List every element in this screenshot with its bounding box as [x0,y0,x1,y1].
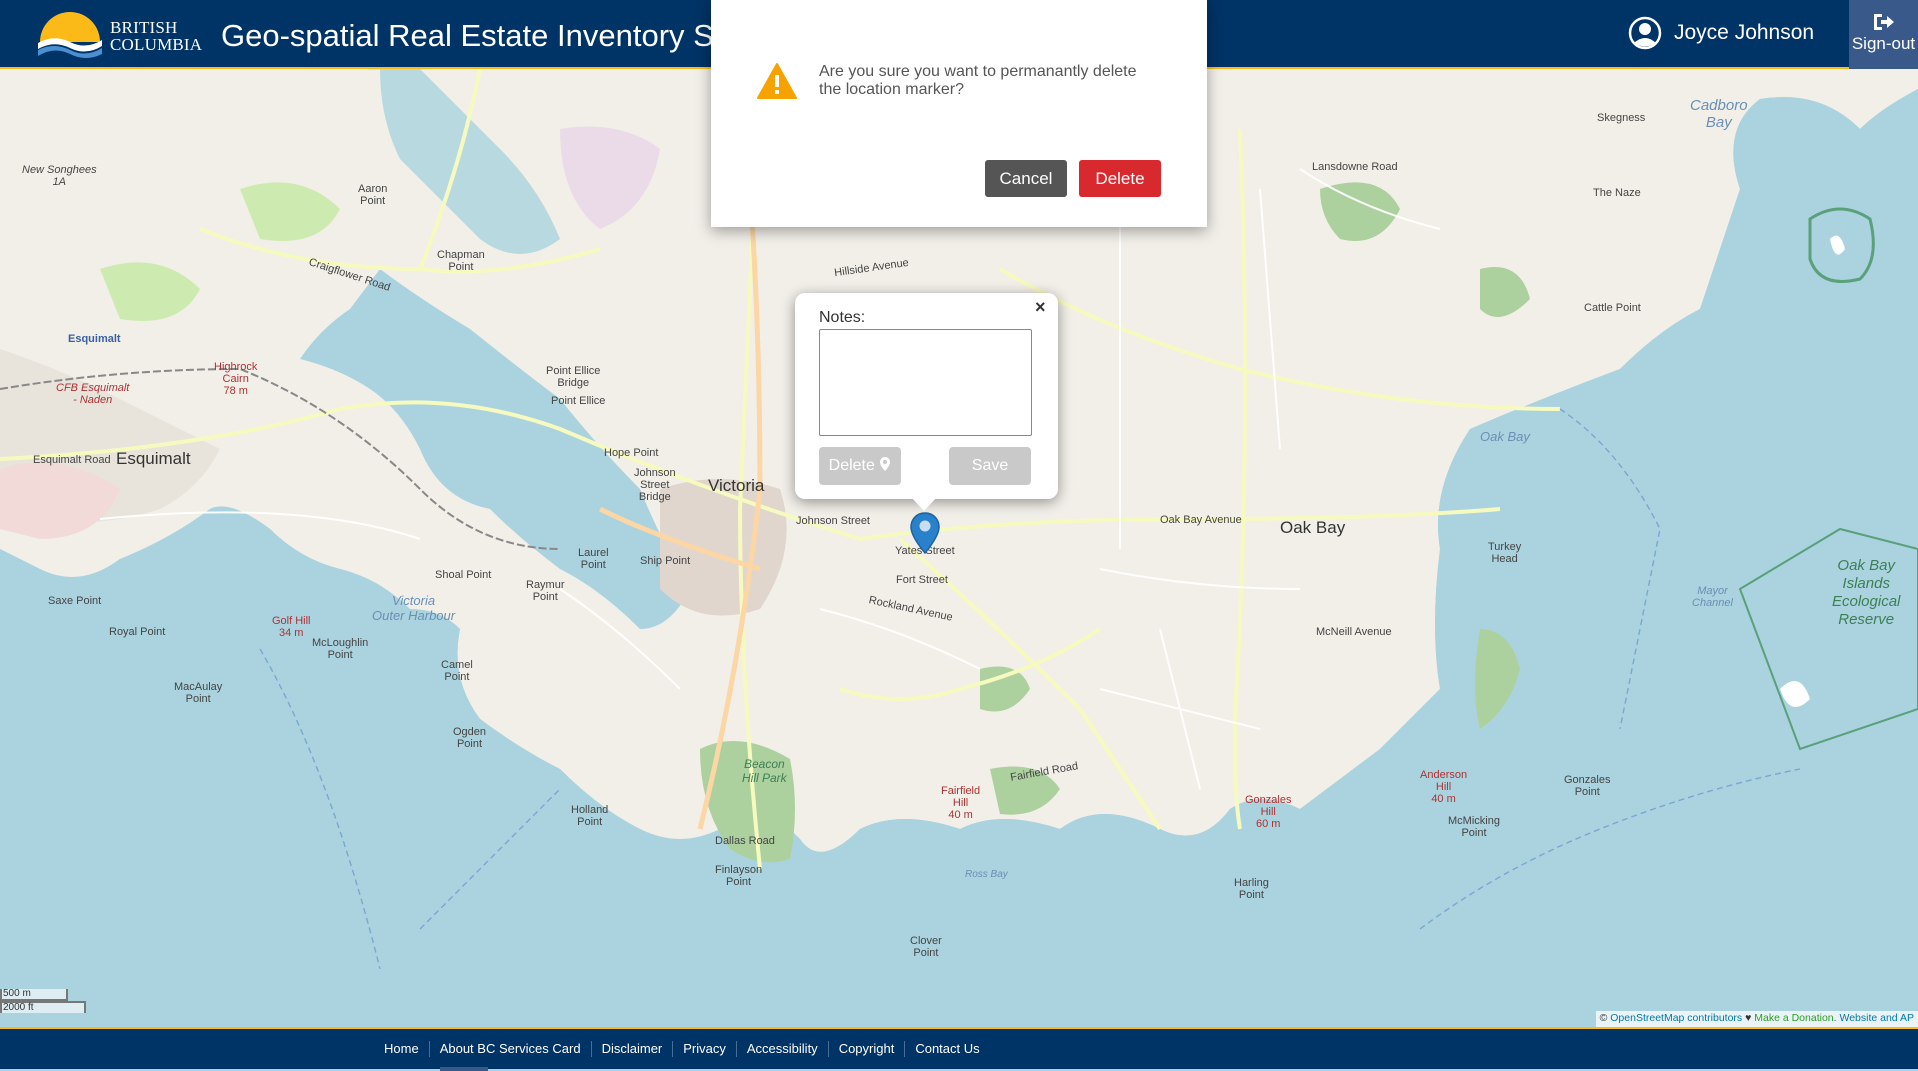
user-menu[interactable]: Joyce Johnson [1628,16,1814,50]
user-avatar-icon [1628,16,1662,50]
save-notes-button[interactable]: Save [949,447,1031,485]
attribution-rest[interactable]: . Website and AP [1834,1012,1914,1024]
map-label-victoria-harbour: Victoria Outer Harbour [372,593,456,623]
map-label-point-ellice: Point Ellice [551,395,606,407]
warning-icon [757,63,797,99]
footer-nav: Home About BC Services Card Disclaimer Priv… [374,1041,990,1057]
donate-link[interactable]: Make a Donation [1754,1012,1833,1024]
map-label-oak-bay: Oak Bay [1280,518,1346,537]
map-label-cfb: CFB Esquimalt - Naden [56,382,130,406]
map-label-dallas-road: Dallas Road [715,835,775,847]
map-label-harling-point: Harling Point [1234,877,1269,901]
map-label-johnson-bridge: Johnson Street Bridge [634,467,676,503]
confirm-delete-button[interactable]: Delete [1079,160,1161,197]
marker-popup: × Notes: Delete Save [795,293,1058,499]
map-label-point-ellice-bridge: Point Ellice Bridge [546,365,601,389]
map-label-beacon-hill: Beacon Hill Park [742,757,787,785]
map-label-ross-bay: Ross Bay [965,869,1008,880]
map-label-royal-point: Royal Point [109,626,166,638]
map-label-clover-point: Clover Point [910,935,942,959]
footer-link[interactable]: About BC Services Card [428,1041,591,1057]
footer-active-indicator [440,1067,488,1071]
notes-label: Notes: [819,309,866,326]
map-label-oak-bay-water: Oak Bay [1480,429,1530,444]
map-label-mcneill-avenue: McNeill Avenue [1316,626,1392,638]
map-label-fairfield-hill: Fairfield Hill 40 m [941,785,981,821]
map-label-gonzales-point: Gonzales Point [1564,774,1611,798]
footer-link[interactable]: Contact Us [904,1041,989,1057]
map-label-cadboro-bay: Cadboro Bay [1690,97,1748,131]
map-label-golf-hill: Golf Hill 34 m [272,615,311,639]
app-footer: Home About BC Services Card Disclaimer Priv… [0,1027,1918,1071]
notes-textarea[interactable] [819,329,1032,436]
map-label-laurel-point: Laurel Point [578,547,609,571]
signout-label: Sign-out [1851,34,1916,53]
map-label-esquimalt-road: Esquimalt Road [33,454,111,466]
popup-tip [911,497,937,511]
map-label-esquimalt: Esquimalt [116,449,191,468]
map-label-mcmicking-point: McMicking Point [1448,815,1500,839]
heart-icon: ♥ [1742,1012,1755,1024]
map-label-finlayson-point: Finlayson Point [715,864,763,888]
map-label-cattle-point: Cattle Point [1584,302,1641,314]
map-label-new-songhees: New Songhees 1A [22,164,97,188]
footer-link[interactable]: Home [374,1041,429,1057]
footer-link[interactable]: Copyright [827,1041,905,1057]
map-scale: 500 m 2000 ft [0,989,86,1013]
bc-logo[interactable]: British Columbia [38,12,202,58]
map-label-raymur-point: Raymur Point [526,579,565,603]
map-label-esquimalt-small: Esquimalt [68,333,121,345]
map-attribution: © OpenStreetMap contributors ♥ Make a Do… [1595,1011,1918,1027]
map-label-macaulay-point: MacAulay Point [174,681,223,705]
osm-link[interactable]: OpenStreetMap contributors [1610,1012,1742,1024]
attribution-prefix: © [1599,1012,1611,1024]
location-marker-icon[interactable] [910,512,940,559]
delete-marker-button[interactable]: Delete [819,447,901,485]
map-label-highrock: Highrock Cairn 78 m [214,361,258,397]
map-label-mayor-channel: Mayor Channel [1692,585,1733,609]
map-label-chapman-point: Chapman Point [437,249,485,273]
footer-link[interactable]: Privacy [672,1041,736,1057]
confirm-delete-dialog: Are you sure you want to permanantly del… [711,0,1207,227]
map-label-victoria: Victoria [708,476,765,495]
logo-line-2: Columbia [110,35,203,54]
map-label-anderson-hill: Anderson Hill 40 m [1420,769,1468,805]
scale-metric: 500 m [0,989,68,1001]
map-label-hope-point: Hope Point [604,447,659,459]
map-label-ogden-point: Ogden Point [453,726,487,750]
delete-marker-label: Delete [828,457,875,474]
map-label-lansdowne-road: Lansdowne Road [1312,161,1398,173]
bc-sun-icon [38,12,102,58]
dialog-message: Are you sure you want to permanantly del… [819,63,1137,98]
map-marker-icon [880,457,891,471]
map-label-mcloughlin-point: McLoughlin Point [312,637,369,661]
scale-imperial: 2000 ft [0,1001,86,1013]
map-label-turkey-head: Turkey Head [1488,541,1522,565]
page-title: Geo-spatial Real Estate Inventory Sy [221,18,730,53]
bc-wordmark: British Columbia [110,19,202,53]
footer-link[interactable]: Accessibility [735,1041,828,1057]
map-label-the-naze: The Naze [1593,187,1641,199]
user-name: Joyce Johnson [1674,21,1815,44]
signout-icon [1873,14,1894,30]
signout-button[interactable]: Sign-out [1849,0,1918,69]
map-label-gonzales-hill: Gonzales Hill 60 m [1245,794,1292,830]
logo-line-1: British [110,18,178,37]
map-label-holland-point: Holland Point [571,804,609,828]
map-label-oak-bay-avenue: Oak Bay Avenue [1160,514,1242,526]
map-label-fort-street: Fort Street [896,574,948,586]
popup-close-icon[interactable]: × [1035,297,1046,318]
cancel-button[interactable]: Cancel [985,160,1067,197]
map-label-camel-point: Camel Point [441,659,473,683]
map-label-saxe-point: Saxe Point [48,595,102,607]
map-label-skegness: Skegness [1597,112,1646,124]
map-label-aaron-point: Aaron Point [358,183,388,207]
map-label-oak-bay-islands: Oak Bay Islands Ecological Reserve [1832,557,1901,628]
map-label-ship-point: Ship Point [640,555,691,567]
map-label-johnson-street: Johnson Street [796,515,870,527]
map-label-shoal-point: Shoal Point [435,569,492,581]
footer-link[interactable]: Disclaimer [590,1041,673,1057]
